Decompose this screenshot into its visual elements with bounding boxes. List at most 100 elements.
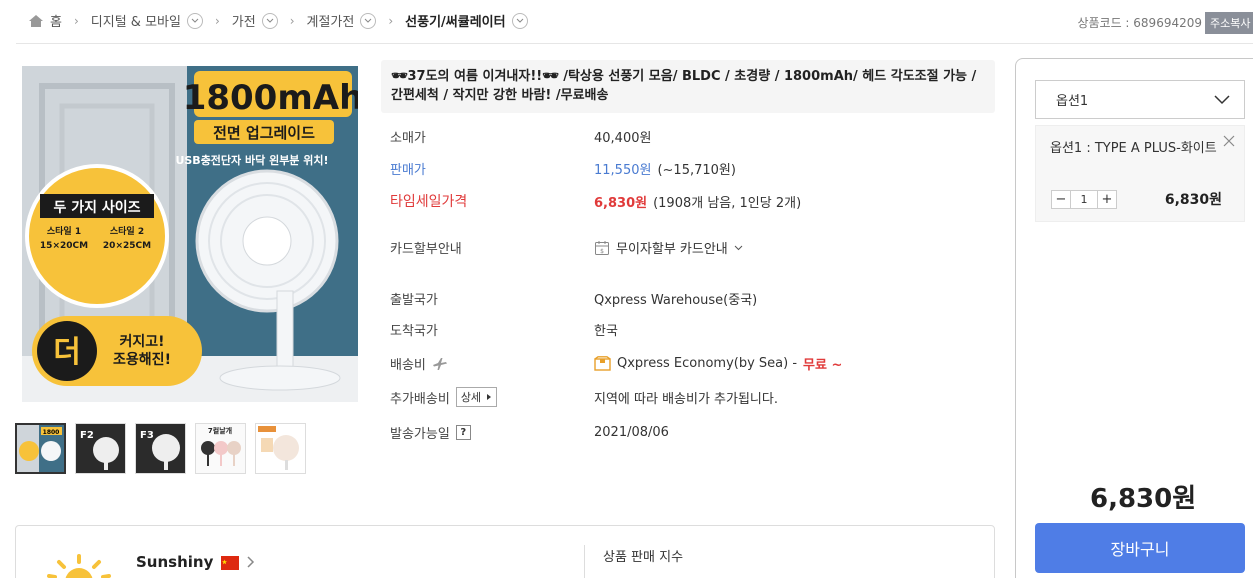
home-icon — [29, 14, 43, 27]
image-size2-name: 스타일 2 — [110, 225, 144, 237]
destination-row: 도착국가 한국 — [390, 320, 618, 339]
ship-date-row: 발송가능일 ? 2021/08/06 — [390, 423, 669, 442]
thumb-3-label: F3 — [140, 430, 154, 441]
image-bottom-text2: 조용해진! — [113, 351, 171, 368]
origin-value: Qxpress Warehouse(중국) — [594, 293, 758, 308]
shipping-label: 배송비 — [390, 358, 426, 373]
option-price: 6,830원 — [1164, 192, 1222, 208]
card-installment-link[interactable]: $ 무이자할부 카드안내 — [594, 238, 743, 257]
extra-shipping-detail-button[interactable]: 상세 — [455, 387, 498, 407]
sale-price-row: 판매가 11,550원 (~15,710원) — [390, 159, 736, 178]
chevron-down-icon — [1214, 94, 1230, 104]
sale-price-extra: (~15,710원) — [657, 163, 736, 178]
china-flag-icon — [221, 556, 240, 570]
shipping-row: 배송비 Qxpress Economy(by Sea) - 무료 ~ — [390, 354, 842, 373]
ship-date-value: 2021/08/06 — [594, 425, 669, 440]
triangle-right-icon — [487, 394, 492, 400]
breadcrumb-home-label: 홈 — [50, 15, 62, 30]
total-price: 6,830원 — [1090, 484, 1197, 514]
breadcrumb-item-fan[interactable]: 선풍기/써큘레이터 — [405, 11, 528, 30]
thumb-1-label: 1800 — [43, 429, 60, 436]
chevron-down-icon[interactable] — [186, 12, 203, 29]
origin-label: 출발국가 — [390, 293, 438, 308]
origin-row: 출발국가 Qxpress Warehouse(중국) — [390, 289, 757, 308]
selected-option-box: 옵션1 : TYPE A PLUS-화이트 − 1 + 6,830원 — [1035, 125, 1245, 222]
image-size1-name: 스타일 1 — [47, 225, 81, 237]
close-icon[interactable] — [1222, 134, 1236, 148]
chevron-down-icon[interactable] — [360, 12, 377, 29]
seller-name: Sunshiny — [136, 553, 214, 571]
sale-price-value: 11,550원 — [594, 163, 652, 178]
image-subline: USB충전단자 바닥 왼부분 위치! — [175, 153, 328, 167]
breadcrumb-item-seasonal[interactable]: 계절가전 — [307, 11, 377, 30]
image-headline: 1800mAh — [183, 78, 358, 118]
qty-minus-button[interactable]: − — [1052, 191, 1070, 208]
timesale-value: 6,830원 — [594, 195, 648, 211]
divider — [584, 545, 585, 578]
qty-input[interactable]: 1 — [1070, 191, 1098, 208]
quantity-stepper: − 1 + — [1051, 190, 1117, 209]
image-bottom-text1: 커지고! — [119, 334, 164, 350]
product-title: 🕶37도의 여름 이겨내자!!🕶 /탁상용 선풍기 모음/ BLDC / 초경량… — [381, 60, 995, 113]
svg-text:$: $ — [600, 248, 604, 255]
image-sizes-title: 두 가지 사이즈 — [53, 199, 140, 216]
retail-price-label: 소매가 — [390, 131, 426, 146]
detail-button-label: 상세 — [460, 391, 482, 404]
package-icon — [594, 356, 611, 371]
image-badge: 전면 업그레이드 — [213, 124, 315, 142]
breadcrumb-item-appliance[interactable]: 가전 — [232, 11, 278, 30]
extra-shipping-label: 추가배송비 — [390, 391, 450, 407]
thumbnail-5[interactable] — [255, 423, 306, 474]
breadcrumb: 홈 › 디지털 & 모바일 › 가전 › 계절가전 › 선풍기/써큘레이터 — [28, 11, 528, 30]
option-select-label: 옵션1 — [1056, 94, 1089, 109]
timesale-extra: (1908개 남음, 1인당 2개) — [653, 195, 802, 211]
product-code: 상품코드 : 689694209 — [1077, 16, 1202, 30]
timesale-row: 타임세일가격 6,830원 (1908개 남음, 1인당 2개) — [390, 191, 801, 211]
breadcrumb-home[interactable]: 홈 — [28, 11, 62, 30]
chevron-down-icon[interactable] — [511, 12, 528, 29]
destination-value: 한국 — [594, 324, 618, 339]
breadcrumb-item-label: 선풍기/써큘레이터 — [405, 15, 506, 30]
shipping-value: Qxpress Economy(by Sea) - — [617, 356, 798, 371]
breadcrumb-item-label: 계절가전 — [306, 15, 355, 30]
help-icon[interactable]: ? — [455, 425, 471, 440]
destination-label: 도착국가 — [390, 324, 438, 339]
fan-product-image: 1800mAh 전면 업그레이드 USB충전단자 바닥 왼부분 위치! 두 가지… — [22, 66, 358, 402]
option-select[interactable]: 옵션1 — [1035, 80, 1245, 119]
shipping-free-link[interactable]: 무료 ~ — [803, 354, 842, 373]
card-installment-label: 카드할부안내 — [390, 242, 462, 257]
timesale-label: 타임세일가격 — [390, 194, 468, 210]
breadcrumb-item-label: 가전 — [231, 15, 256, 30]
thumbnail-2[interactable]: F2 — [75, 423, 126, 474]
extra-shipping-value: 지역에 따라 배송비가 추가됩니다. — [594, 391, 778, 407]
thumbnail-4[interactable]: 7컬날개 — [195, 423, 246, 474]
airplane-icon — [432, 357, 447, 370]
copy-address-button[interactable]: 주소복사 — [1205, 12, 1253, 34]
calendar-icon: $ — [595, 240, 609, 255]
sun-logo-icon — [47, 554, 111, 578]
thumb-2-label: F2 — [80, 430, 94, 441]
extra-shipping-row: 추가배송비 상세 지역에 따라 배송비가 추가됩니다. — [390, 387, 778, 407]
divider — [16, 43, 1253, 44]
add-to-cart-button[interactable]: 장바구니 — [1035, 523, 1245, 573]
chevron-right-icon: › — [73, 13, 79, 28]
chevron-right-icon: › — [388, 13, 394, 28]
card-installment-value: 무이자할부 카드안내 — [616, 242, 728, 257]
thumbnail-3[interactable]: F3 — [135, 423, 186, 474]
chevron-down-icon[interactable] — [261, 12, 278, 29]
card-installment-row: 카드할부안내 $ 무이자할부 카드안내 — [390, 238, 743, 257]
main-product-image[interactable]: 1800mAh 전면 업그레이드 USB충전단자 바닥 왼부분 위치! 두 가지… — [22, 66, 358, 402]
ship-date-label: 발송가능일 — [390, 427, 450, 442]
retail-price-value: 40,400원 — [594, 131, 652, 146]
seller-name-link[interactable]: Sunshiny — [136, 553, 255, 571]
breadcrumb-item-digital[interactable]: 디지털 & 모바일 — [91, 11, 203, 30]
image-size1-dim: 15×20CM — [40, 241, 88, 251]
thumbnail-list: 1800 F2 F3 7컬날개 — [15, 423, 306, 474]
selected-option-name: 옵션1 : TYPE A PLUS-화이트 — [1050, 141, 1217, 156]
image-round-text: 더 — [53, 335, 81, 370]
retail-price-row: 소매가 40,400원 — [390, 127, 651, 146]
sales-index-label: 상품 판매 지수 — [603, 550, 684, 565]
chevron-down-icon — [734, 245, 743, 250]
thumbnail-1[interactable]: 1800 — [15, 423, 66, 474]
qty-plus-button[interactable]: + — [1098, 191, 1116, 208]
